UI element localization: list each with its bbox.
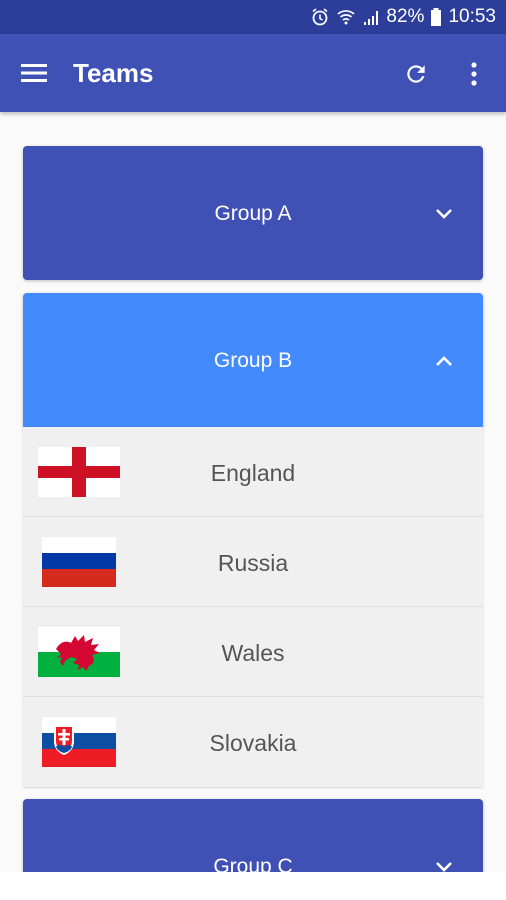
more-options-button[interactable] (456, 54, 492, 94)
group-header-b[interactable]: Group B (23, 293, 483, 427)
chevron-down-icon (436, 209, 452, 219)
menu-button[interactable] (14, 56, 54, 90)
group-header-a[interactable]: Group A (23, 146, 483, 280)
status-bar: 82% 10:53 (0, 0, 506, 34)
groups-list: Group A Group B England Russia Wales Slo… (0, 112, 506, 872)
menu-icon (21, 64, 47, 82)
more-vert-icon (471, 62, 477, 86)
team-name: Wales (221, 640, 285, 666)
team-name: Russia (217, 550, 289, 576)
team-row-slovakia[interactable]: Slovakia (23, 697, 483, 787)
app-bar: Teams (0, 34, 506, 112)
signal-icon (362, 8, 380, 26)
refresh-icon (407, 65, 425, 83)
battery-icon (430, 7, 442, 27)
team-name: Slovakia (209, 730, 297, 756)
refresh-button[interactable] (396, 54, 436, 94)
team-list: England Russia Wales Slovakia (23, 427, 483, 787)
bottom-bar (0, 872, 506, 900)
chevron-up-icon (436, 356, 452, 366)
team-name: England (210, 460, 296, 486)
team-row-russia[interactable]: Russia (23, 517, 483, 607)
alarm-icon (310, 7, 330, 27)
group-header-c[interactable]: Group C (23, 799, 483, 872)
wifi-icon (336, 7, 356, 27)
clock: 10:53 (448, 6, 496, 27)
team-row-england[interactable]: England (23, 427, 483, 517)
chevron-down-icon (436, 862, 452, 872)
group-label: Group B (213, 349, 293, 372)
group-label: Group A (214, 202, 292, 225)
battery-percent: 82% (386, 6, 425, 27)
team-row-wales[interactable]: Wales (23, 607, 483, 697)
group-label: Group C (213, 855, 293, 872)
page-title: Teams (73, 58, 154, 88)
